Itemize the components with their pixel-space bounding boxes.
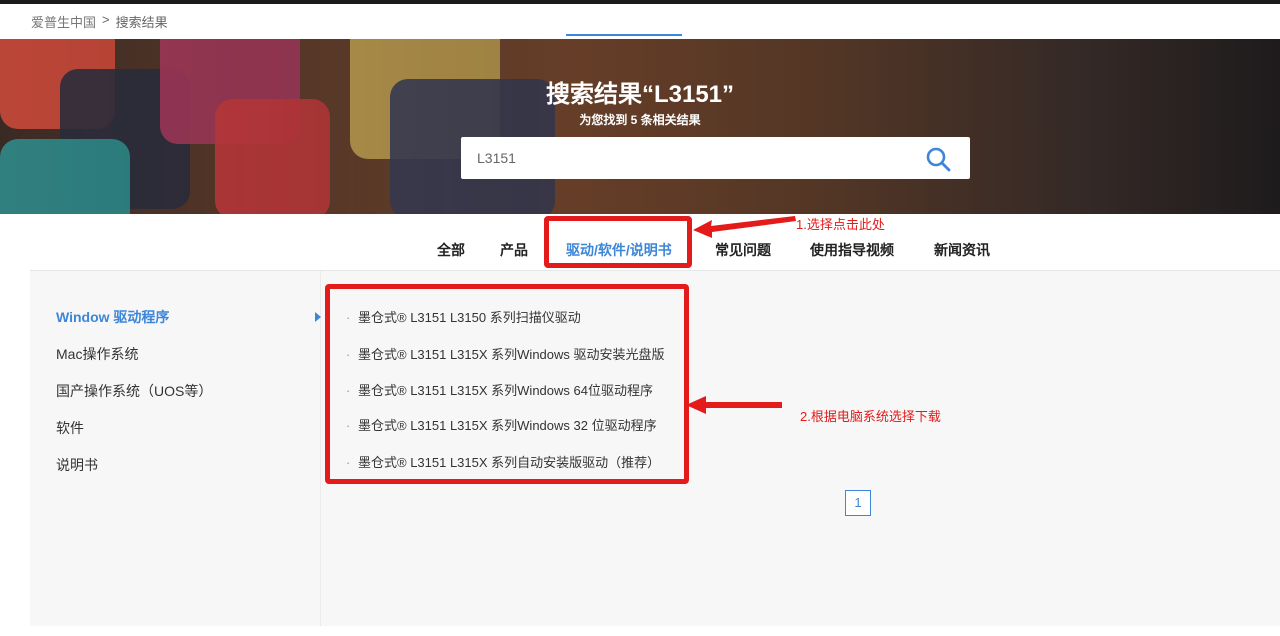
- annotation-box-results: [325, 284, 689, 484]
- sidebar-item-windows[interactable]: Window 驱动程序: [56, 307, 169, 327]
- tab-news[interactable]: 新闻资讯: [934, 240, 990, 260]
- breadcrumb-home-link[interactable]: 爱普生中国: [31, 12, 96, 31]
- breadcrumb-separator: >: [102, 12, 110, 27]
- active-tab-indicator: [566, 34, 682, 36]
- page-title: 搜索结果“L3151”: [545, 81, 735, 108]
- annotation-step-1: 1.选择点击此处: [796, 217, 885, 232]
- search-input[interactable]: [461, 137, 911, 179]
- search-icon[interactable]: [924, 145, 952, 173]
- sidebar-item-manuals[interactable]: 说明书: [56, 455, 98, 475]
- pagination-page-1[interactable]: 1: [845, 490, 871, 516]
- active-arrow-icon: [315, 312, 321, 322]
- tab-products[interactable]: 产品: [500, 240, 528, 260]
- annotation-step-2: 2.根据电脑系统选择下载: [800, 409, 941, 424]
- tab-all[interactable]: 全部: [437, 240, 465, 260]
- sidebar-item-mac[interactable]: Mac操作系统: [56, 344, 138, 364]
- annotation-box-tab: [544, 216, 692, 268]
- tab-faq[interactable]: 常见问题: [715, 240, 771, 260]
- sidebar-item-software[interactable]: 软件: [56, 418, 84, 438]
- breadcrumb: 爱普生中国 > 搜索结果: [31, 12, 168, 31]
- result-count: 为您找到 5 条相关结果: [579, 113, 701, 127]
- sidebar-item-uos[interactable]: 国产操作系统（UOS等）: [56, 381, 212, 401]
- tab-videos[interactable]: 使用指导视频: [810, 240, 894, 260]
- search-box: [461, 137, 970, 179]
- sidebar-divider: [320, 271, 321, 626]
- top-bar: [0, 0, 1280, 4]
- breadcrumb-current: 搜索结果: [115, 15, 168, 30]
